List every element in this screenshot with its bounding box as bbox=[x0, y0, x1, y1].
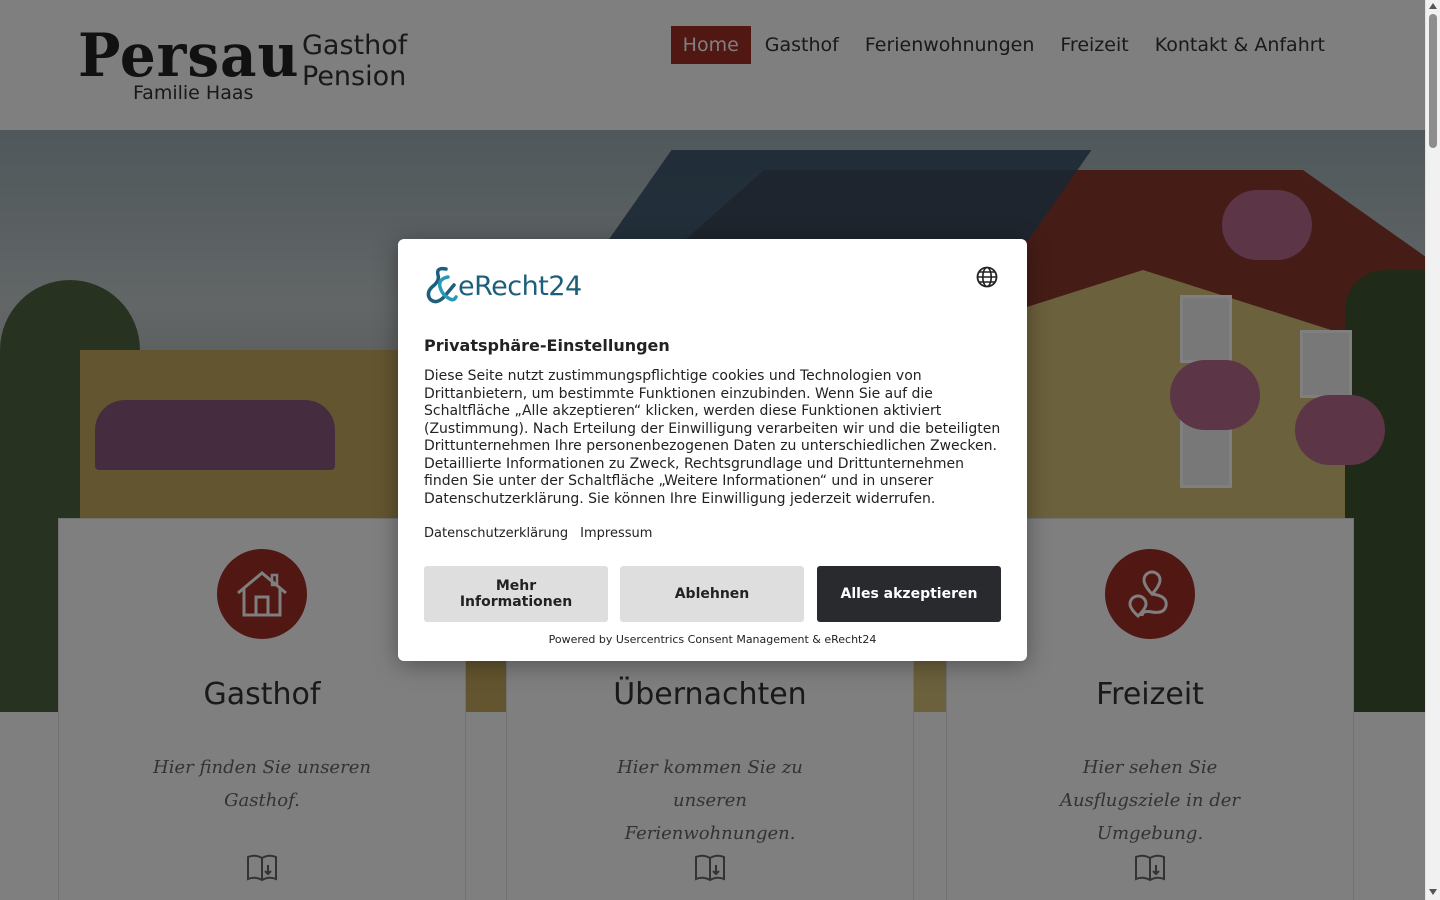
scroll-thumb[interactable] bbox=[1429, 14, 1437, 148]
powered-by-text: Powered by Usercentrics Consent Manageme… bbox=[548, 633, 877, 646]
more-info-button[interactable]: Mehr Informationen bbox=[424, 566, 608, 622]
consent-body: Diese Seite nutzt zustimmungspflichtige … bbox=[424, 368, 1001, 507]
consent-dialog: eRecht24 Privatsphäre-Einstellungen Dies… bbox=[398, 239, 1027, 661]
imprint-link[interactable]: Impressum bbox=[580, 526, 652, 541]
accept-all-button[interactable]: Alles akzeptieren bbox=[817, 566, 1001, 622]
erecht24-logo-icon bbox=[426, 266, 458, 304]
language-globe-icon[interactable] bbox=[976, 266, 998, 288]
scroll-up-arrow-icon[interactable] bbox=[1429, 3, 1437, 9]
brand-name: eRecht24 bbox=[458, 271, 582, 302]
scroll-down-arrow-icon[interactable] bbox=[1429, 889, 1437, 895]
privacy-policy-link[interactable]: Datenschutzerklärung bbox=[424, 526, 568, 541]
page-scrollbar[interactable] bbox=[1425, 0, 1440, 900]
page: Persau Familie Haas Gasthof Pension Home… bbox=[0, 0, 1425, 900]
erecht24-logo: eRecht24 bbox=[424, 265, 604, 307]
consent-title: Privatsphäre-Einstellungen bbox=[424, 336, 670, 355]
consent-links: Datenschutzerklärung Impressum bbox=[424, 526, 652, 541]
deny-button[interactable]: Ablehnen bbox=[620, 566, 804, 622]
